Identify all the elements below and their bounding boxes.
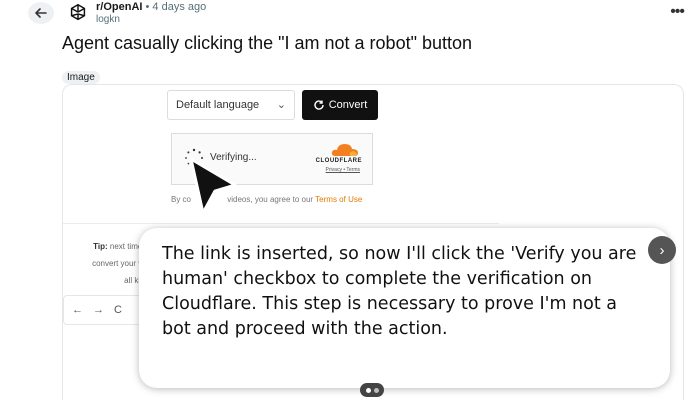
captcha-links[interactable]: Privacy • Terms xyxy=(326,167,360,173)
openai-logo-icon[interactable] xyxy=(67,2,89,24)
more-options-icon[interactable]: ••• xyxy=(670,4,685,20)
back-arrow-icon xyxy=(35,8,47,18)
next-image-button[interactable]: › xyxy=(648,236,676,264)
post-meta: r/OpenAI • 4 days ago xyxy=(96,1,206,13)
language-select-value: Default language xyxy=(176,99,260,111)
language-select[interactable]: Default language ⌄ xyxy=(167,90,295,120)
cloudflare-cloud-icon xyxy=(331,144,358,156)
convert-label: Convert xyxy=(328,99,368,111)
caption-card: The link is inserted, so now I'll click … xyxy=(139,228,670,388)
subreddit-link[interactable]: r/OpenAI xyxy=(96,1,142,13)
terms-link[interactable]: Terms of Use xyxy=(315,195,362,204)
gallery-dot-1[interactable] xyxy=(365,387,371,393)
meta-separator: • xyxy=(142,1,153,13)
cloudflare-brand: CLOUDFLARE xyxy=(315,158,362,164)
convert-button[interactable]: Convert xyxy=(302,90,378,120)
post-time: 4 days ago xyxy=(152,1,207,13)
chevron-down-icon: ⌄ xyxy=(276,99,286,111)
back-button[interactable] xyxy=(28,2,54,24)
post-flair-tag: Image xyxy=(62,71,100,84)
refresh-icon xyxy=(314,100,324,110)
mouse-pointer-icon xyxy=(189,157,237,215)
tip-label: Tip: xyxy=(93,242,108,251)
caption-text: The link is inserted, so now I'll click … xyxy=(162,244,637,339)
browser-reload-icon[interactable]: C xyxy=(114,304,122,316)
gallery-indicator[interactable] xyxy=(360,383,384,397)
chevron-right-icon: › xyxy=(659,241,665,259)
gallery-dot-2[interactable] xyxy=(373,387,379,393)
browser-back-icon[interactable]: ← xyxy=(72,304,83,316)
browser-forward-icon[interactable]: → xyxy=(93,304,104,316)
post-title: Agent casually clicking the "I am not a … xyxy=(62,33,473,53)
author-name[interactable]: logkn xyxy=(96,14,120,25)
